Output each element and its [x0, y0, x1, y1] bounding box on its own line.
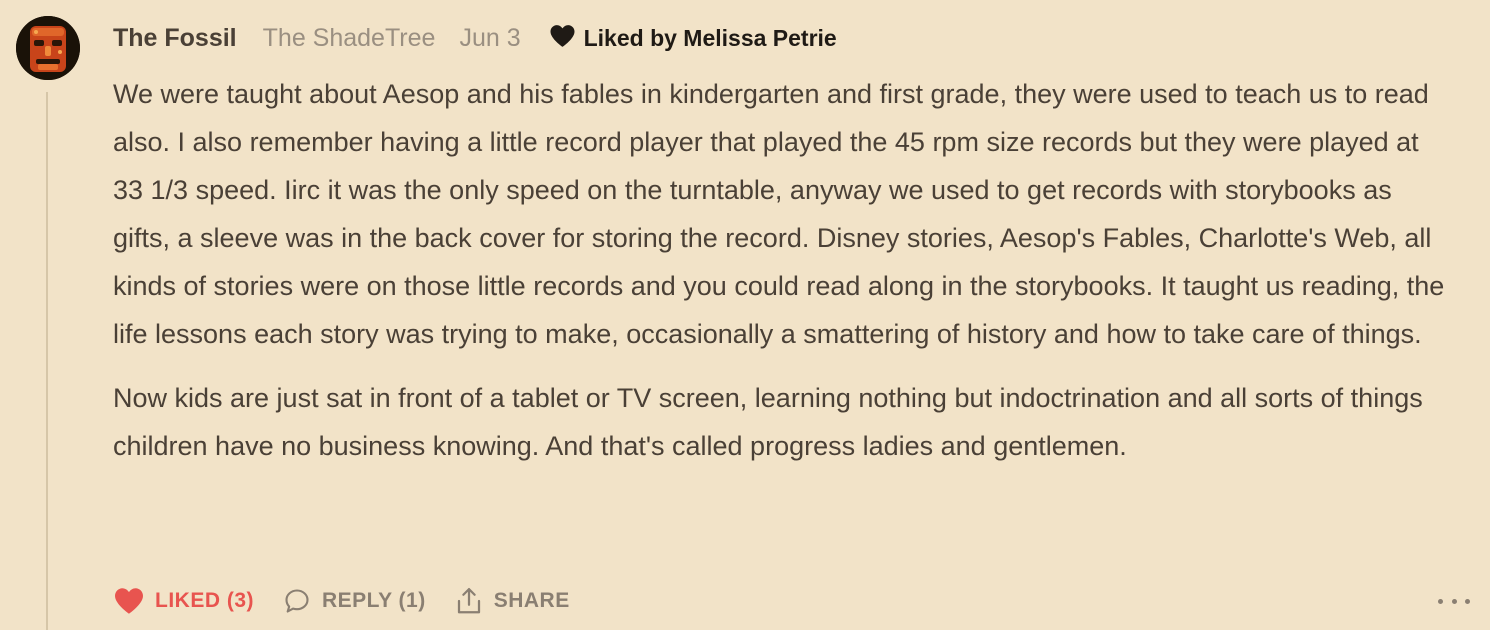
ellipsis-icon	[1465, 598, 1470, 604]
more-options-button[interactable]	[1438, 590, 1470, 612]
comment-body: We were taught about Aesop and his fable…	[113, 70, 1453, 470]
reply-button[interactable]: REPLY (1)	[282, 587, 426, 615]
author-name[interactable]: The Fossil	[113, 24, 237, 53]
like-label: LIKED (3)	[155, 589, 254, 612]
avatar-image	[16, 16, 80, 80]
comment: The Fossil The ShadeTree Jun 3 Liked by …	[0, 0, 1490, 630]
heart-filled-icon	[115, 588, 143, 614]
avatar[interactable]	[16, 16, 80, 80]
publication-name[interactable]: The ShadeTree	[263, 24, 436, 53]
thread-line[interactable]	[46, 92, 48, 630]
comment-actions: LIKED (3) REPLY (1) SHARE	[113, 583, 570, 619]
like-button[interactable]: LIKED (3)	[113, 587, 254, 615]
share-button[interactable]: SHARE	[454, 586, 570, 616]
share-upload-icon	[457, 588, 480, 614]
comment-paragraph: Now kids are just sat in front of a tabl…	[113, 383, 1423, 461]
comment-date[interactable]: Jun 3	[459, 24, 520, 53]
ellipsis-icon	[1451, 598, 1457, 604]
liked-by-text: Liked by Melissa Petrie	[583, 24, 837, 51]
comment-header: The Fossil The ShadeTree Jun 3 Liked by …	[113, 20, 837, 56]
speech-bubble-icon	[285, 589, 309, 613]
comment-paragraph: We were taught about Aesop and his fable…	[113, 79, 1445, 349]
reply-label: REPLY (1)	[322, 589, 426, 612]
share-label: SHARE	[493, 589, 570, 612]
heart-icon	[550, 25, 575, 47]
ellipsis-icon	[1438, 598, 1443, 604]
liked-by-badge: Liked by Melissa Petrie	[549, 25, 837, 52]
